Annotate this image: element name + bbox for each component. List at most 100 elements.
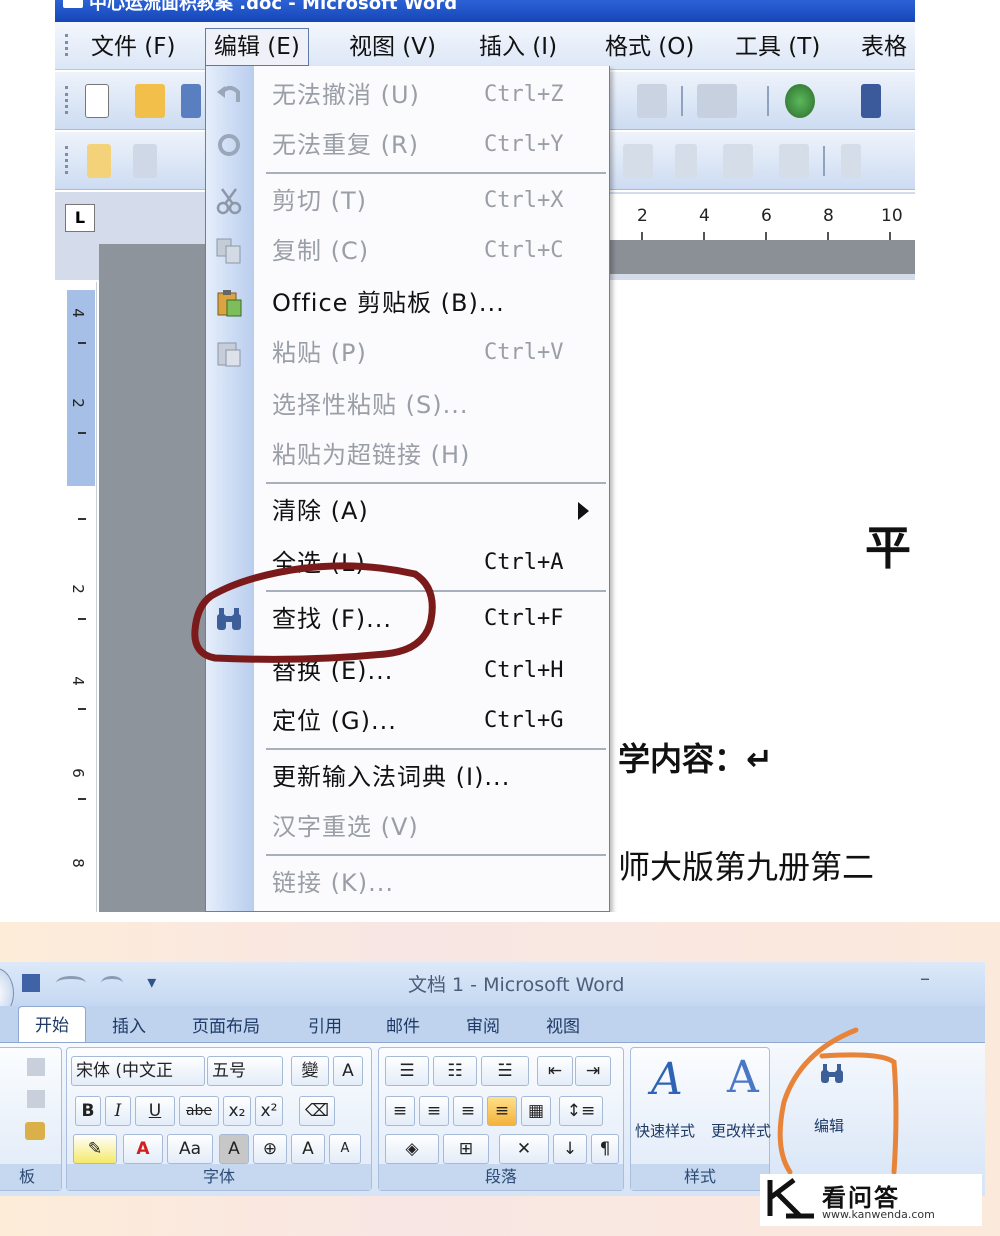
tab-mailings[interactable]: 邮件 — [386, 1012, 420, 1037]
menu-office-clipboard[interactable]: Office 剪贴板 (B)... — [206, 278, 609, 328]
cut-icon[interactable] — [27, 1058, 45, 1076]
increase-indent-icon[interactable]: ⇥ — [575, 1056, 611, 1086]
menubar-grip[interactable] — [65, 34, 69, 56]
document-icon[interactable] — [87, 144, 111, 178]
compare-icon[interactable] — [723, 144, 753, 178]
doc-heading: 学内容：↵ — [618, 740, 773, 778]
format-painter-icon[interactable] — [25, 1122, 45, 1140]
watermark-url: www.kanwenda.com — [822, 1208, 935, 1221]
word-app-icon — [63, 0, 83, 8]
menu-table[interactable]: 表格 — [861, 30, 907, 64]
clear-formatting-icon[interactable]: ⌫ — [299, 1096, 335, 1126]
menu-paste[interactable]: 粘贴 (P) Ctrl+V — [206, 328, 609, 378]
subscript-button[interactable]: x₂ — [223, 1096, 251, 1126]
menu-edit[interactable]: 编辑 (E) — [205, 28, 309, 66]
menu-goto[interactable]: 定位 (G)... Ctrl+G — [206, 696, 609, 746]
align-left-icon[interactable]: ≡ — [385, 1096, 415, 1126]
undo-toolbar-icon[interactable] — [697, 84, 737, 118]
redo-icon[interactable] — [101, 976, 124, 990]
toolbar-grip[interactable] — [65, 86, 69, 114]
toolbar-options-icon[interactable] — [861, 84, 881, 118]
hyperlink-globe-icon[interactable] — [785, 84, 815, 118]
minimize-icon[interactable]: – — [920, 966, 930, 990]
menu-cut-shortcut: Ctrl+X — [484, 188, 564, 213]
menu-copy[interactable]: 复制 (C) Ctrl+C — [206, 226, 609, 276]
menu-reconvert[interactable]: 汉字重选 (V) — [206, 802, 609, 852]
tab-references[interactable]: 引用 — [308, 1012, 342, 1037]
numbering-icon[interactable]: ☷ — [433, 1056, 477, 1086]
quick-styles-icon[interactable]: A — [651, 1054, 683, 1105]
borders-icon[interactable]: ⊞ — [443, 1134, 489, 1164]
quick-styles-button[interactable]: 快速样式 — [635, 1120, 695, 1141]
change-styles-icon[interactable]: A — [727, 1052, 759, 1103]
bullets-icon[interactable]: ☰ — [385, 1056, 429, 1086]
menu-undo[interactable]: 无法撤消 (U) Ctrl+Z — [206, 70, 609, 120]
menu-format[interactable]: 格式 (O) — [605, 30, 694, 64]
show-marks-icon[interactable]: ¶ — [591, 1134, 619, 1164]
refresh-doc-icon[interactable] — [779, 144, 809, 178]
table-icon[interactable] — [133, 144, 157, 178]
menu-file[interactable]: 文件 (F) — [91, 30, 176, 64]
menu-cut[interactable]: 剪切 (T) Ctrl+X — [206, 176, 609, 226]
menu-tools[interactable]: 工具 (T) — [735, 30, 820, 64]
copy-icon[interactable] — [27, 1090, 45, 1108]
new-document-icon[interactable] — [85, 84, 109, 118]
undo-icon[interactable] — [55, 976, 86, 990]
shrink-font-icon[interactable]: A — [329, 1134, 361, 1164]
tab-insert[interactable]: 插入 — [112, 1012, 146, 1037]
tab-review[interactable]: 审阅 — [466, 1012, 500, 1037]
underline-button[interactable]: U — [135, 1096, 175, 1126]
font-name-select[interactable]: 宋体 (中文正 — [71, 1056, 205, 1086]
vertical-ruler-margin — [67, 290, 95, 486]
bold-button[interactable]: B — [75, 1096, 101, 1126]
shading-icon[interactable]: ◈ — [385, 1134, 439, 1164]
menu-paste-label: 粘贴 (P) — [272, 339, 367, 367]
menu-paste-hyperlink[interactable]: 粘贴为超链接 (H) — [206, 430, 609, 480]
annotation-circle-edit — [777, 1027, 899, 1175]
menu-links[interactable]: 链接 (K)... — [206, 858, 609, 908]
strikethrough-button[interactable]: abe — [179, 1096, 219, 1126]
document-page[interactable]: 平 学内容：↵ 师大版第九册第二 — [610, 280, 915, 912]
open-folder-icon[interactable] — [135, 84, 165, 118]
menu-update-ime[interactable]: 更新输入法词典 (I)... — [206, 752, 609, 802]
save-icon[interactable] — [181, 84, 201, 118]
italic-button[interactable]: I — [105, 1096, 131, 1126]
character-border-icon[interactable]: A — [333, 1056, 363, 1086]
tab-stop-selector[interactable]: L — [65, 204, 95, 232]
line-spacing-icon[interactable]: ↕≡ — [559, 1096, 603, 1126]
page-icon[interactable] — [675, 144, 697, 178]
decrease-indent-icon[interactable]: ⇤ — [537, 1056, 573, 1086]
tab-view[interactable]: 视图 — [546, 1012, 580, 1037]
clipboard-group-label: 板 — [0, 1164, 61, 1190]
toolbar-grip[interactable] — [65, 146, 69, 174]
sort-icon[interactable]: ↓ — [553, 1134, 587, 1164]
first-page-icon[interactable] — [841, 144, 861, 178]
font-size-select[interactable]: 五号 — [207, 1056, 283, 1086]
quick-access-toolbar[interactable]: ▾ — [22, 972, 156, 993]
distributed-icon[interactable]: ▦ — [521, 1096, 551, 1126]
change-case-icon[interactable]: Aa — [167, 1134, 213, 1164]
align-right-icon[interactable]: ≡ — [453, 1096, 483, 1126]
menu-paste-special[interactable]: 选择性粘贴 (S)... — [206, 380, 609, 430]
paste-toolbar-icon[interactable] — [637, 84, 667, 118]
highlight-color-icon[interactable]: ✎ — [73, 1134, 117, 1164]
menu-insert[interactable]: 插入 (I) — [479, 30, 557, 64]
font-color-icon[interactable]: A — [123, 1134, 163, 1164]
multilevel-list-icon[interactable]: ☱ — [481, 1056, 529, 1086]
grow-font-icon[interactable]: A — [291, 1134, 325, 1164]
customize-qat-icon[interactable]: ▾ — [147, 972, 156, 993]
menu-redo[interactable]: 无法重复 (R) Ctrl+Y — [206, 120, 609, 170]
tab-page-layout[interactable]: 页面布局 — [192, 1012, 260, 1037]
enclose-characters-icon[interactable]: ⊕ — [253, 1134, 287, 1164]
menu-view[interactable]: 视图 (V) — [349, 30, 436, 64]
align-center-icon[interactable]: ≡ — [419, 1096, 449, 1126]
asian-layout-icon[interactable]: ✕ — [499, 1134, 549, 1164]
justify-icon[interactable]: ≡ — [487, 1096, 517, 1126]
abc-spelling-icon[interactable] — [623, 144, 653, 178]
superscript-button[interactable]: x² — [255, 1096, 283, 1126]
menu-clear[interactable]: 清除 (A) — [206, 486, 609, 536]
phonetic-guide-icon[interactable]: 變 — [291, 1056, 329, 1086]
tab-home[interactable]: 开始 — [18, 1006, 86, 1042]
character-shading-icon[interactable]: A — [219, 1134, 249, 1164]
save-icon[interactable] — [22, 974, 40, 992]
